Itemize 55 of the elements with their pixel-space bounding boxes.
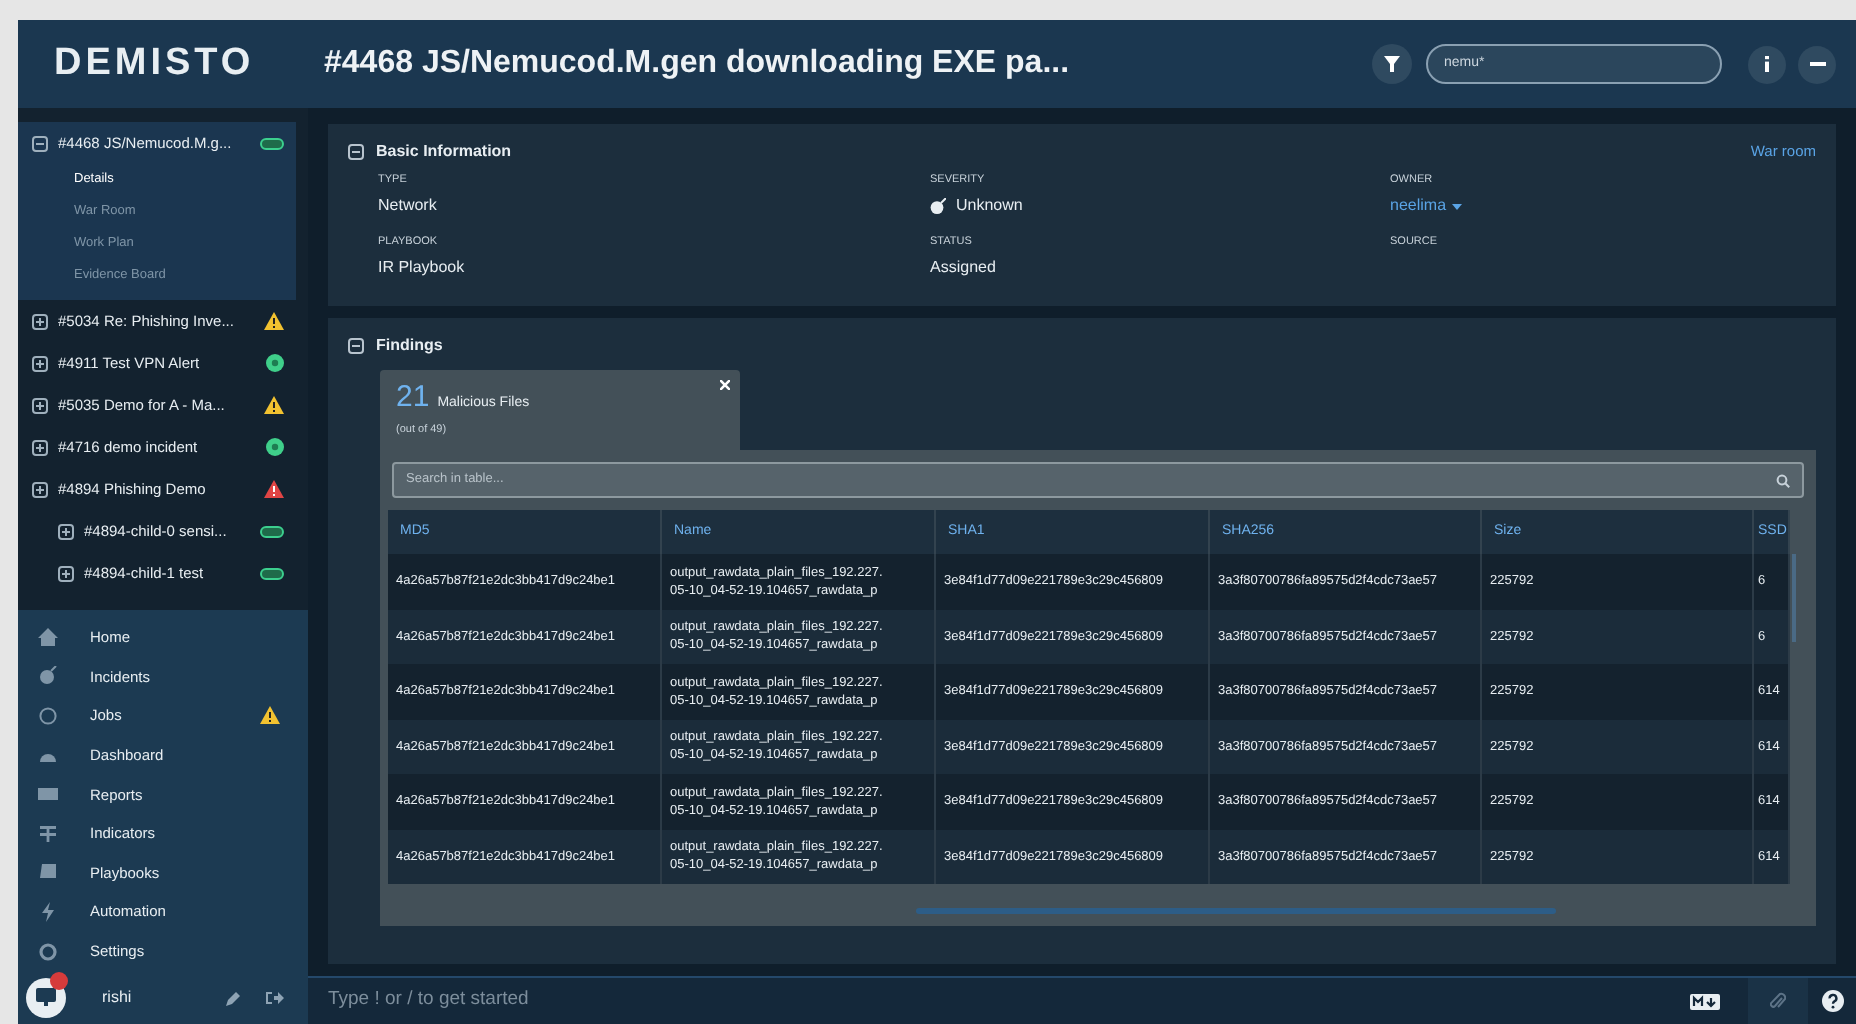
warning-icon xyxy=(264,480,284,498)
expand-icon[interactable] xyxy=(32,313,48,329)
incident-title: #4468 JS/Nemucod.M.gen downloading EXE pa... xyxy=(324,44,1070,84)
markdown-icon[interactable] xyxy=(1690,993,1720,1009)
home-icon xyxy=(38,627,58,648)
new-badge-icon xyxy=(260,137,284,149)
settings-icon xyxy=(38,941,58,962)
search-icon xyxy=(1776,473,1790,487)
paperclip-icon[interactable] xyxy=(1770,991,1786,1011)
bomb-icon xyxy=(38,666,58,687)
user-name: rishi xyxy=(102,985,132,1010)
indicators-icon xyxy=(38,823,58,844)
vertical-scrollbar[interactable] xyxy=(1792,554,1796,642)
lightning-icon xyxy=(38,901,58,922)
expand-icon[interactable] xyxy=(58,523,74,539)
bomb-icon xyxy=(930,198,946,215)
user-avatar[interactable] xyxy=(26,977,66,1018)
expand-icon[interactable] xyxy=(32,439,48,455)
report-icon xyxy=(38,784,58,805)
expand-icon[interactable] xyxy=(58,565,74,581)
logo: DEMISTO xyxy=(54,39,255,88)
findings-count: 21 xyxy=(396,378,430,418)
expand-icon[interactable] xyxy=(32,355,48,371)
field-value: Network xyxy=(378,194,437,219)
new-badge-icon xyxy=(260,567,284,579)
more-button[interactable] xyxy=(1798,45,1836,83)
warning-icon xyxy=(264,312,284,330)
pencil-icon[interactable] xyxy=(226,989,242,1006)
collapse-icon[interactable] xyxy=(348,338,364,354)
collapse-icon[interactable] xyxy=(32,135,48,151)
section-title: Findings xyxy=(376,334,443,358)
help-icon[interactable] xyxy=(1821,990,1843,1012)
minus-icon xyxy=(1809,62,1825,66)
owner-dropdown[interactable]: neelima xyxy=(1390,194,1463,219)
info-button[interactable] xyxy=(1748,45,1786,83)
warning-icon xyxy=(264,396,284,414)
collapse-icon[interactable] xyxy=(348,144,364,160)
field-value: IR Playbook xyxy=(378,256,465,281)
logout-icon[interactable] xyxy=(266,989,284,1006)
expand-icon[interactable] xyxy=(32,397,48,413)
close-icon[interactable] xyxy=(720,380,730,390)
status-circle-icon xyxy=(266,438,284,456)
horizontal-scrollbar[interactable] xyxy=(916,908,1556,914)
book-icon xyxy=(38,862,58,883)
section-title: Basic Information xyxy=(376,140,512,164)
status-circle-icon xyxy=(266,354,284,372)
new-badge-icon xyxy=(260,525,284,537)
filter-icon xyxy=(1384,56,1400,72)
filter-button[interactable] xyxy=(1372,44,1412,84)
circle-icon xyxy=(38,705,58,726)
caret-icon xyxy=(1452,203,1463,210)
field-value: Unknown xyxy=(956,194,1023,219)
field-value: Assigned xyxy=(930,256,996,281)
expand-icon[interactable] xyxy=(32,481,48,497)
info-icon xyxy=(1764,56,1770,72)
